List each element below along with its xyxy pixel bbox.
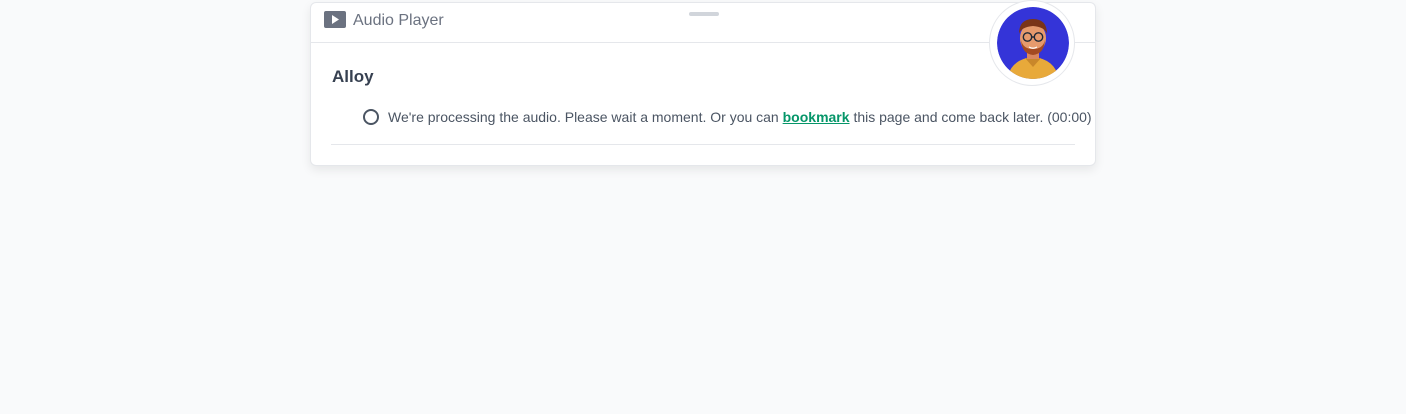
drag-handle[interactable] [689,12,719,16]
play-icon [324,11,346,28]
elapsed-time: (00:00) [1047,109,1092,125]
loading-spinner-icon [363,109,379,125]
status-message: We're processing the audio. Please wait … [388,107,1092,127]
panel-title: Audio Player [353,12,444,29]
processing-status: We're processing the audio. Please wait … [363,106,1092,128]
panel-header[interactable]: Audio Player [311,3,1095,43]
audio-player-panel: Audio Player Alloy We're processing the … [310,2,1096,166]
voice-name: Alloy [332,67,374,86]
divider [331,144,1075,145]
avatar-illustration [997,7,1069,79]
bookmark-link[interactable]: bookmark [783,109,850,125]
avatar-frame [989,0,1075,86]
status-text-before: We're processing the audio. Please wait … [388,109,779,125]
status-text-after: this page and come back later. [853,109,1044,125]
